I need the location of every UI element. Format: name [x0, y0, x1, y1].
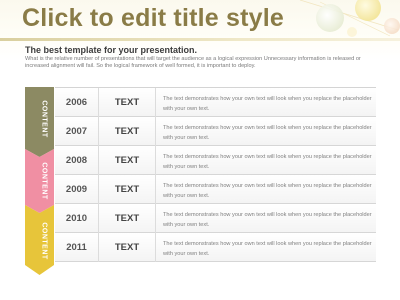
table-row: 2009 TEXT The text demonstrates how your… — [55, 175, 376, 204]
description-cell[interactable]: The text demonstrates how your own text … — [163, 94, 373, 114]
table-row: 2010 TEXT The text demonstrates how your… — [55, 204, 376, 233]
year-cell[interactable]: 2009 — [55, 175, 99, 204]
timeline-table: 2006 TEXT The text demonstrates how your… — [55, 87, 376, 262]
year-cell[interactable]: 2006 — [55, 88, 99, 117]
table-row: 2011 TEXT The text demonstrates how your… — [55, 233, 376, 262]
slide: Click to edit title style The best templ… — [0, 0, 400, 300]
year-cell[interactable]: 2011 — [55, 233, 99, 262]
description-cell[interactable]: The text demonstrates how your own text … — [163, 123, 373, 143]
year-cell[interactable]: 2010 — [55, 204, 99, 233]
text-cell[interactable]: TEXT — [99, 117, 156, 146]
slide-subtitle[interactable]: The best template for your presentation. — [25, 45, 197, 55]
year-cell[interactable]: 2007 — [55, 117, 99, 146]
description-cell[interactable]: The text demonstrates how your own text … — [163, 152, 373, 172]
description-cell[interactable]: The text demonstrates how your own text … — [163, 210, 373, 230]
content-band-label-2: CONTENT — [40, 162, 48, 200]
text-cell[interactable]: TEXT — [99, 146, 156, 175]
table-row: 2007 TEXT The text demonstrates how your… — [55, 117, 376, 146]
content-band-label-3: CONTENT — [40, 222, 48, 260]
year-cell[interactable]: 2008 — [55, 146, 99, 175]
description-cell[interactable]: The text demonstrates how your own text … — [163, 239, 373, 259]
title-divider — [0, 38, 400, 41]
text-cell[interactable]: TEXT — [99, 233, 156, 262]
table-row: 2008 TEXT The text demonstrates how your… — [55, 146, 376, 175]
content-band-label-1: CONTENT — [40, 100, 48, 138]
description-cell[interactable]: The text demonstrates how your own text … — [163, 181, 373, 201]
text-cell[interactable]: TEXT — [99, 88, 156, 117]
slide-description[interactable]: What is the relative number of presentat… — [25, 56, 385, 71]
text-cell[interactable]: TEXT — [99, 175, 156, 204]
text-cell[interactable]: TEXT — [99, 204, 156, 233]
table-row: 2006 TEXT The text demonstrates how your… — [55, 88, 376, 117]
slide-title[interactable]: Click to edit title style — [22, 4, 284, 33]
